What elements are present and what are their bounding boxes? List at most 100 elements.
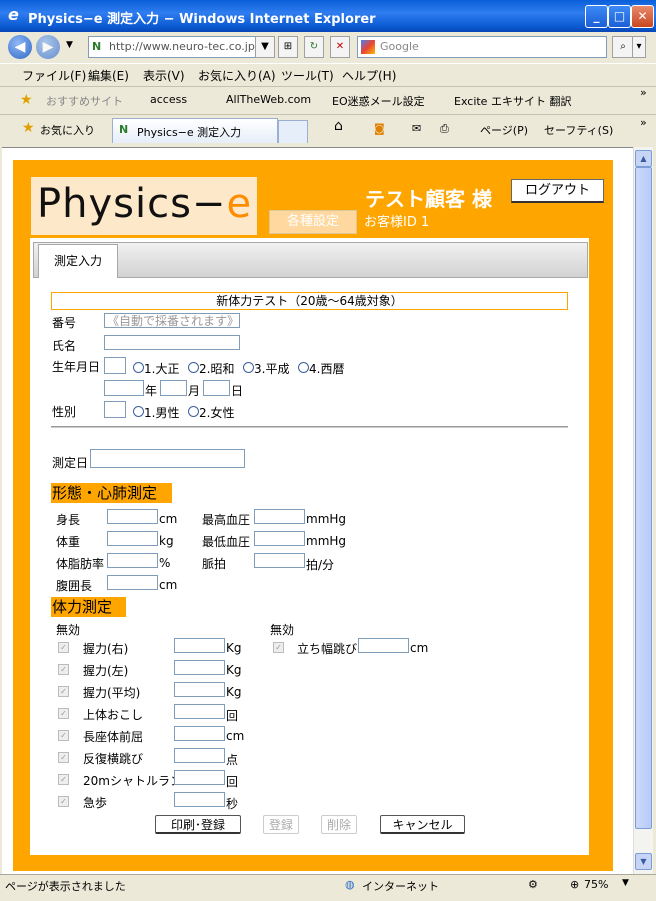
safety-menu[interactable]: セーフティ(S) [544, 122, 613, 138]
compat-view-icon[interactable]: ⊞ [278, 36, 298, 58]
menu-file[interactable]: ファイル(F) [22, 67, 86, 84]
systolic-field[interactable] [254, 509, 305, 524]
invalid-checkbox[interactable]: ✓ [58, 664, 69, 675]
fast-walk-field[interactable] [174, 792, 225, 807]
print-icon[interactable]: ⎙ [440, 122, 449, 136]
radio-icon [243, 362, 254, 373]
forward-button[interactable]: ▶ [36, 35, 60, 59]
link-alltheweb[interactable]: AllTheWeb.com [226, 93, 311, 106]
birth-day-field[interactable] [203, 380, 230, 396]
print-register-button[interactable]: 印刷･登録 [155, 815, 241, 834]
invalid-checkbox[interactable]: ✓ [58, 686, 69, 697]
link-excite[interactable]: Excite エキサイト 翻訳 [454, 93, 571, 109]
body-fat-field[interactable] [107, 553, 158, 568]
rss-icon[interactable]: ◙ [374, 122, 385, 135]
grip-avg-field[interactable] [174, 682, 225, 697]
test-title: 新体力テスト（20歳〜64歳対象） [51, 292, 568, 310]
pulse-unit: 拍/分 [306, 558, 335, 572]
era-option-seireki[interactable]: 4.西暦 [298, 360, 344, 377]
back-button[interactable]: ◀ [8, 35, 32, 59]
links-overflow-icon[interactable]: » [640, 86, 647, 99]
delete-button[interactable]: 削除 [321, 815, 357, 834]
long-jump-unit: cm [410, 641, 429, 655]
cancel-button[interactable]: キャンセル [380, 815, 465, 834]
menu-view[interactable]: 表示(V) [143, 67, 185, 84]
scroll-down-icon[interactable]: ▼ [635, 853, 652, 870]
link-eo-spam[interactable]: EO迷惑メール設定 [332, 93, 425, 109]
sex-option-male[interactable]: 1.男性 [133, 404, 179, 421]
customer-id: お客様ID 1 [364, 215, 430, 230]
scroll-up-icon[interactable]: ▲ [635, 150, 652, 167]
menu-help[interactable]: ヘルプ(H) [342, 67, 396, 84]
tab-current[interactable]: N Physics−e 測定入力 [112, 118, 278, 143]
birth-label: 生年月日 [52, 360, 101, 374]
birth-month-field[interactable] [160, 380, 187, 396]
side-step-unit: 点 [226, 753, 239, 767]
grip-left-field[interactable] [174, 660, 225, 675]
stop-button[interactable]: ✕ [330, 36, 350, 58]
era-option-showa[interactable]: 2.昭和 [188, 360, 234, 377]
refresh-button[interactable]: ↻ [304, 36, 324, 58]
weight-field[interactable] [107, 531, 158, 546]
era-option-taisho[interactable]: 1.大正 [133, 360, 179, 377]
invalid-checkbox[interactable]: ✓ [58, 642, 69, 653]
maximize-button[interactable]: □ [608, 5, 631, 28]
link-recommended[interactable]: おすすめサイト [46, 93, 123, 109]
radio-icon [188, 362, 199, 373]
invalid-checkbox[interactable]: ✓ [58, 752, 69, 763]
birth-year-field[interactable] [104, 380, 144, 396]
menu-favorites[interactable]: お気に入り(A) [198, 67, 276, 84]
search-options-button[interactable]: ▾ [632, 36, 646, 58]
invalid-checkbox[interactable]: ✓ [58, 774, 69, 785]
sex-code-field[interactable] [104, 401, 126, 418]
sex-option-female[interactable]: 2.女性 [188, 404, 234, 421]
home-icon[interactable]: ⌂ [334, 118, 343, 134]
register-button[interactable]: 登録 [263, 815, 299, 834]
minimize-button[interactable]: _ [585, 5, 608, 28]
height-field[interactable] [107, 509, 158, 524]
favorites-star-icon[interactable]: ★ [20, 92, 33, 108]
favorites-button[interactable]: お気に入り [40, 122, 95, 138]
address-bar[interactable]: N http://www.neuro-tec.co.jp/ [88, 36, 272, 58]
logout-button[interactable]: ログアウト [511, 179, 604, 203]
era-option-heisei[interactable]: 3.平成 [243, 360, 289, 377]
measure-date-field[interactable] [90, 449, 245, 468]
invalid-checkbox[interactable]: ✓ [58, 708, 69, 719]
zoom-level[interactable]: 75% [584, 878, 608, 891]
pulse-field[interactable] [254, 553, 305, 568]
name-field[interactable] [104, 335, 240, 350]
commands-overflow-icon[interactable]: » [640, 116, 647, 129]
address-url: http://www.neuro-tec.co.jp/ [109, 40, 259, 53]
tab-measurement-input[interactable]: 測定入力 [38, 244, 118, 278]
long-jump-field[interactable] [358, 638, 409, 653]
grip-right-field[interactable] [174, 638, 225, 653]
diastolic-field[interactable] [254, 531, 305, 546]
number-field[interactable]: 《自動で採番されます》 [104, 313, 240, 328]
menu-tools[interactable]: ツール(T) [281, 67, 334, 84]
settings-button[interactable]: 各種設定 [269, 210, 357, 234]
situp-field[interactable] [174, 704, 225, 719]
side-step-field[interactable] [174, 748, 225, 763]
search-icon[interactable]: ⌕ [612, 36, 634, 58]
shuttle-run-unit: 回 [226, 775, 239, 789]
invalid-checkbox[interactable]: ✓ [58, 796, 69, 807]
new-tab-button[interactable] [278, 120, 308, 143]
mail-icon[interactable]: ✉ [412, 122, 421, 135]
era-code-field[interactable] [104, 357, 126, 374]
zoom-dropdown-icon[interactable]: ▼ [622, 878, 629, 888]
waist-field[interactable] [107, 575, 158, 590]
close-button[interactable]: ✕ [631, 5, 654, 28]
invalid-checkbox[interactable]: ✓ [58, 730, 69, 741]
address-dropdown-button[interactable]: ▼ [255, 36, 275, 58]
page-menu[interactable]: ページ(P) [480, 122, 528, 138]
link-access[interactable]: access [150, 93, 187, 106]
sit-reach-field[interactable] [174, 726, 225, 741]
menu-edit[interactable]: 編集(E) [88, 67, 129, 84]
protected-mode-icon[interactable]: ⚙ [528, 878, 538, 891]
search-box[interactable]: Google [357, 36, 607, 58]
favorites-center-icon[interactable]: ★ [22, 120, 35, 136]
scroll-thumb[interactable] [635, 167, 652, 829]
history-dropdown-icon[interactable]: ▼ [66, 40, 73, 50]
invalid-checkbox[interactable]: ✓ [273, 642, 284, 653]
shuttle-run-field[interactable] [174, 770, 225, 785]
